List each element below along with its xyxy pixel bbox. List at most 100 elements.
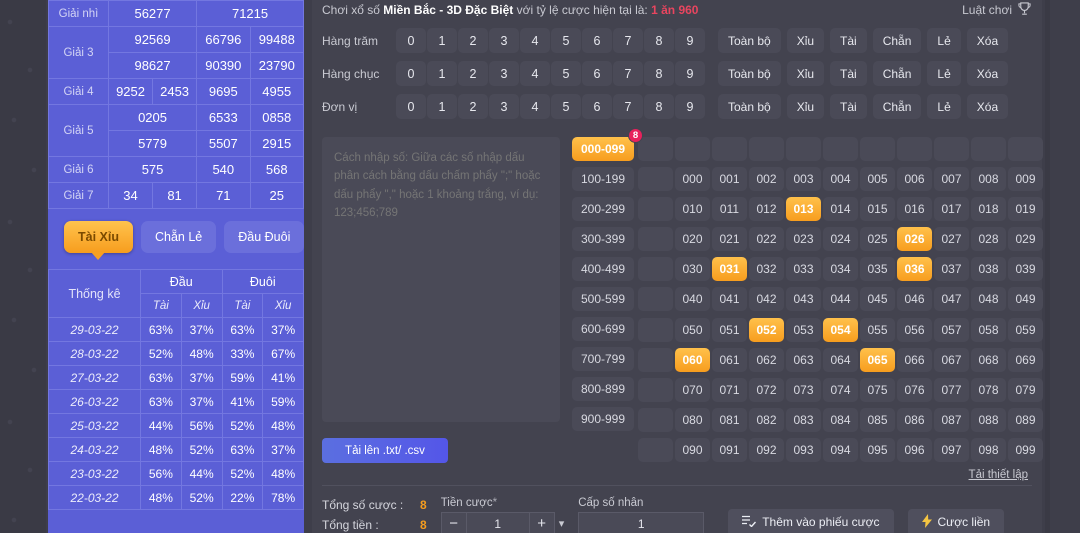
number-cell[interactable]: 006 <box>897 167 932 192</box>
quick-action-button[interactable]: Tài <box>830 94 867 119</box>
number-cell[interactable]: 044 <box>823 287 858 312</box>
number-cell[interactable]: 013 <box>786 197 821 222</box>
number-cell[interactable]: 028 <box>971 227 1006 252</box>
number-cell[interactable]: 088 <box>971 407 1006 432</box>
stake-value[interactable]: 1 <box>466 511 529 533</box>
stake-decrement-button[interactable]: − <box>440 511 467 533</box>
number-cell[interactable]: 010 <box>675 197 710 222</box>
number-cell[interactable]: 005 <box>860 167 895 192</box>
number-cell[interactable]: 022 <box>749 227 784 252</box>
number-cell[interactable]: 086 <box>897 407 932 432</box>
number-cell[interactable]: 071 <box>712 377 747 402</box>
digit-cell[interactable]: 0 <box>396 94 426 119</box>
number-cell[interactable]: 089 <box>1008 407 1043 432</box>
number-cell[interactable]: 050 <box>675 317 710 342</box>
number-cell[interactable]: 030 <box>675 257 710 282</box>
digit-cell[interactable]: 3 <box>489 28 519 53</box>
quick-action-button[interactable]: Xóa <box>966 28 1009 53</box>
quick-action-button[interactable]: Toàn bộ <box>718 61 781 86</box>
number-cell[interactable]: 000 <box>675 167 710 192</box>
number-cell[interactable]: 035 <box>860 257 895 282</box>
upload-file-button[interactable]: Tải lên .txt/ .csv <box>322 438 448 463</box>
number-cell[interactable]: 072 <box>749 377 784 402</box>
quick-action-button[interactable]: Lẻ <box>927 94 961 119</box>
number-cell[interactable]: 093 <box>786 437 821 462</box>
number-cell[interactable]: 031 <box>712 257 747 282</box>
number-cell[interactable]: 011 <box>712 197 747 222</box>
range-tab[interactable]: 000-099 8 <box>572 128 643 161</box>
number-cell[interactable]: 073 <box>786 377 821 402</box>
number-cell[interactable]: 023 <box>786 227 821 252</box>
number-cell[interactable]: 012 <box>749 197 784 222</box>
number-cell[interactable]: 037 <box>934 257 969 282</box>
number-cell[interactable]: 059 <box>1008 317 1043 342</box>
number-cell[interactable]: 043 <box>786 287 821 312</box>
range-tab[interactable]: 400-499 <box>572 257 634 281</box>
number-cell[interactable]: 064 <box>823 347 858 372</box>
number-cell[interactable]: 001 <box>712 167 747 192</box>
digit-cell[interactable]: 0 <box>396 61 426 86</box>
number-cell[interactable]: 091 <box>712 437 747 462</box>
digit-cell[interactable]: 9 <box>675 28 705 53</box>
number-cell[interactable]: 046 <box>897 287 932 312</box>
digit-cell[interactable]: 2 <box>458 94 488 119</box>
number-cell[interactable]: 018 <box>971 197 1006 222</box>
digit-cell[interactable]: 5 <box>551 61 581 86</box>
number-cell[interactable]: 026 <box>897 227 932 252</box>
number-cell[interactable]: 052 <box>749 317 784 342</box>
digit-cell[interactable]: 4 <box>520 28 550 53</box>
number-cell[interactable]: 069 <box>1008 347 1043 372</box>
quick-action-button[interactable]: Xỉu <box>786 94 825 119</box>
number-cell[interactable]: 065 <box>860 347 895 372</box>
quick-bet-button[interactable]: Cược liền <box>907 508 1005 533</box>
digit-cell[interactable]: 3 <box>489 94 519 119</box>
stake-increment-button[interactable]: + <box>528 511 555 533</box>
number-cell[interactable]: 063 <box>786 347 821 372</box>
number-cell[interactable]: 014 <box>823 197 858 222</box>
number-cell[interactable]: 060 <box>675 347 710 372</box>
number-cell[interactable]: 040 <box>675 287 710 312</box>
digit-cell[interactable]: 7 <box>613 28 643 53</box>
digit-cell[interactable]: 9 <box>675 61 705 86</box>
range-tab[interactable]: 700-799 <box>572 347 634 371</box>
number-cell[interactable]: 042 <box>749 287 784 312</box>
quick-action-button[interactable]: Xóa <box>966 61 1009 86</box>
number-cell[interactable]: 020 <box>675 227 710 252</box>
quick-action-button[interactable]: Toàn bộ <box>718 28 781 53</box>
number-cell[interactable]: 058 <box>971 317 1006 342</box>
number-cell[interactable]: 099 <box>1008 437 1043 462</box>
number-cell[interactable]: 098 <box>971 437 1006 462</box>
number-cell[interactable]: 048 <box>971 287 1006 312</box>
number-cell[interactable]: 090 <box>675 437 710 462</box>
number-cell[interactable]: 033 <box>786 257 821 282</box>
page-scrollbar[interactable] <box>1045 0 1050 533</box>
quick-action-button[interactable]: Tài <box>830 61 867 86</box>
quick-action-button[interactable]: Xóa <box>966 94 1009 119</box>
digit-cell[interactable]: 9 <box>675 94 705 119</box>
range-tab[interactable]: 800-899 <box>572 377 634 401</box>
number-cell[interactable]: 080 <box>675 407 710 432</box>
number-cell[interactable]: 078 <box>971 377 1006 402</box>
bet-type-tab[interactable]: Tài Xỉu <box>64 221 133 253</box>
digit-cell[interactable]: 7 <box>613 94 643 119</box>
digit-cell[interactable]: 6 <box>582 94 612 119</box>
number-cell[interactable]: 061 <box>712 347 747 372</box>
number-cell[interactable]: 094 <box>823 437 858 462</box>
number-cell[interactable]: 095 <box>860 437 895 462</box>
number-cell[interactable]: 057 <box>934 317 969 342</box>
number-cell[interactable]: 036 <box>897 257 932 282</box>
quick-action-button[interactable]: Chẵn <box>872 61 922 86</box>
number-cell[interactable]: 045 <box>860 287 895 312</box>
number-cell[interactable]: 038 <box>971 257 1006 282</box>
digit-cell[interactable]: 1 <box>427 61 457 86</box>
quick-action-button[interactable]: Chẵn <box>872 94 922 119</box>
number-cell[interactable]: 053 <box>786 317 821 342</box>
range-tab[interactable]: 600-699 <box>572 317 634 341</box>
range-tab[interactable]: 100-199 <box>572 167 634 191</box>
digit-cell[interactable]: 6 <box>582 28 612 53</box>
number-cell[interactable]: 055 <box>860 317 895 342</box>
number-cell[interactable]: 049 <box>1008 287 1043 312</box>
quick-action-button[interactable]: Lẻ <box>927 28 961 53</box>
number-cell[interactable]: 041 <box>712 287 747 312</box>
quick-action-button[interactable]: Tài <box>830 28 867 53</box>
